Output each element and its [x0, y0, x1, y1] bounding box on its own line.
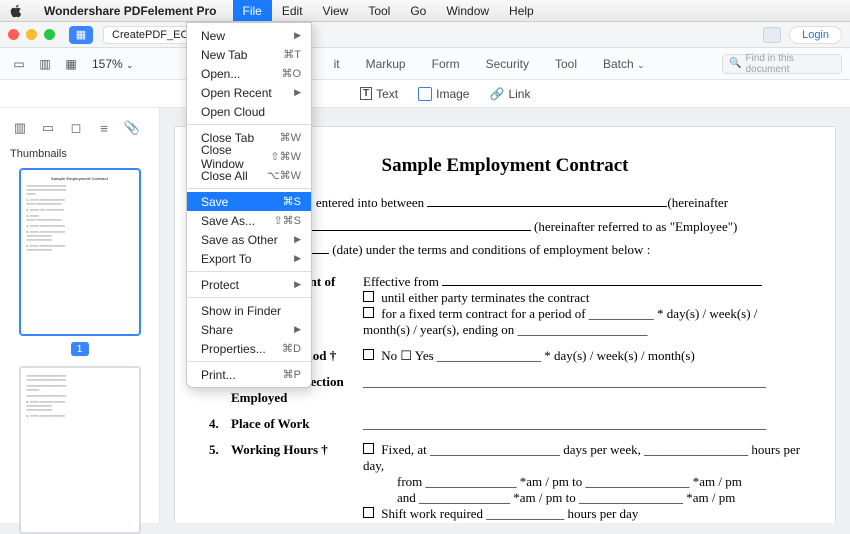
- menu-item-open-[interactable]: Open...⌘O: [187, 64, 311, 83]
- thumbnail-page-2[interactable]: ━━━━━━━━━━━━━━━━━━━━━━━━━━━━━━━━━━━━━━━━…: [19, 366, 141, 534]
- ribbon-security[interactable]: Security: [486, 57, 529, 71]
- zoom-window-button[interactable]: [44, 29, 55, 40]
- ribbon-tool[interactable]: Tool: [555, 57, 577, 71]
- login-button[interactable]: Login: [789, 26, 842, 44]
- page-number-badge: 1: [71, 342, 89, 356]
- ribbon-edit[interactable]: it: [334, 57, 340, 71]
- search-placeholder: Find in this document: [745, 53, 835, 75]
- user-icon[interactable]: [763, 27, 781, 43]
- sidebar-title: Thumbnails: [10, 148, 149, 160]
- thumbnail-page-1[interactable]: Sample Employment Contract ━━━━━━━━━━━━━…: [19, 168, 141, 336]
- menu-item-share[interactable]: Share▶: [187, 320, 311, 339]
- link-icon: 🔗: [489, 87, 504, 101]
- menu-item-save[interactable]: Save⌘S: [187, 192, 311, 211]
- menu-go[interactable]: Go: [400, 0, 436, 21]
- menu-help[interactable]: Help: [499, 0, 544, 21]
- main-toolbar: ▭ ▥ ▦ 157% ⌄ it Markup Form Security Too…: [0, 48, 850, 80]
- list-item: 5.Working Hours † Fixed, at ____________…: [209, 442, 801, 522]
- close-window-button[interactable]: [8, 29, 19, 40]
- annotations-tab-icon[interactable]: ≡: [96, 120, 112, 136]
- view-single-icon[interactable]: ▭: [8, 54, 30, 74]
- menu-window[interactable]: Window: [436, 0, 499, 21]
- menu-tool[interactable]: Tool: [358, 0, 400, 21]
- menu-item-new-tab[interactable]: New Tab⌘T: [187, 45, 311, 64]
- minimize-window-button[interactable]: [26, 29, 37, 40]
- menu-view[interactable]: View: [313, 0, 359, 21]
- menu-item-new[interactable]: New▶: [187, 26, 311, 45]
- traffic-lights: [8, 29, 55, 40]
- menu-item-print-[interactable]: Print...⌘P: [187, 365, 311, 384]
- ribbon-batch[interactable]: Batch ⌄: [603, 57, 645, 71]
- bookmarks-tab-icon[interactable]: ▭: [40, 120, 56, 136]
- apple-icon[interactable]: [10, 4, 24, 18]
- attachments-tab-icon[interactable]: 📎: [124, 120, 140, 136]
- view-grid-icon[interactable]: ▦: [60, 54, 82, 74]
- menu-item-save-as-other[interactable]: Save as Other▶: [187, 230, 311, 249]
- menu-item-save-as-[interactable]: Save As...⇧⌘S: [187, 211, 311, 230]
- link-tool-button[interactable]: 🔗Link: [489, 87, 530, 101]
- sidebar-tabs: ▥ ▭ ◻ ≡ 📎: [10, 116, 149, 144]
- app-logo-icon: ▦: [69, 26, 93, 44]
- app-title[interactable]: Wondershare PDFelement Pro: [34, 0, 227, 21]
- view-columns-icon[interactable]: ▥: [34, 54, 56, 74]
- search-icon: 🔍: [729, 58, 741, 69]
- outline-tab-icon[interactable]: ◻: [68, 120, 84, 136]
- edit-subtoolbar: TText Image 🔗Link: [0, 80, 850, 108]
- thumbnails-tab-icon[interactable]: ▥: [12, 120, 28, 136]
- menu-item-close-window[interactable]: Close Window⇧⌘W: [187, 147, 311, 166]
- image-tool-button[interactable]: Image: [418, 87, 469, 101]
- window-header: ▦ CreatePDF_ECsample c 2 × + Login: [0, 22, 850, 48]
- menu-item-open-cloud[interactable]: Open Cloud: [187, 102, 311, 121]
- menu-item-protect[interactable]: Protect▶: [187, 275, 311, 294]
- ribbon-tabs: it Markup Form Security Tool Batch ⌄: [334, 57, 645, 71]
- ribbon-markup[interactable]: Markup: [366, 57, 406, 71]
- text-tool-button[interactable]: TText: [360, 87, 398, 101]
- menu-edit[interactable]: Edit: [272, 0, 313, 21]
- menu-item-show-in-finder[interactable]: Show in Finder: [187, 301, 311, 320]
- menu-item-export-to[interactable]: Export To▶: [187, 249, 311, 268]
- search-input[interactable]: 🔍 Find in this document: [722, 54, 842, 74]
- text-icon: T: [360, 87, 372, 100]
- ribbon-form[interactable]: Form: [432, 57, 460, 71]
- image-icon: [418, 87, 432, 101]
- macos-menubar: Wondershare PDFelement Pro File Edit Vie…: [0, 0, 850, 22]
- thumbnail-sidebar: ▥ ▭ ◻ ≡ 📎 Thumbnails Sample Employment C…: [0, 108, 160, 523]
- menu-file[interactable]: File: [233, 0, 272, 21]
- file-menu-dropdown: New▶New Tab⌘TOpen...⌘OOpen Recent▶Open C…: [186, 22, 312, 388]
- menu-item-open-recent[interactable]: Open Recent▶: [187, 83, 311, 102]
- zoom-level[interactable]: 157% ⌄: [92, 57, 134, 71]
- list-item: 4.Place of Work_________________________…: [209, 416, 801, 432]
- menu-item-properties-[interactable]: Properties...⌘D: [187, 339, 311, 358]
